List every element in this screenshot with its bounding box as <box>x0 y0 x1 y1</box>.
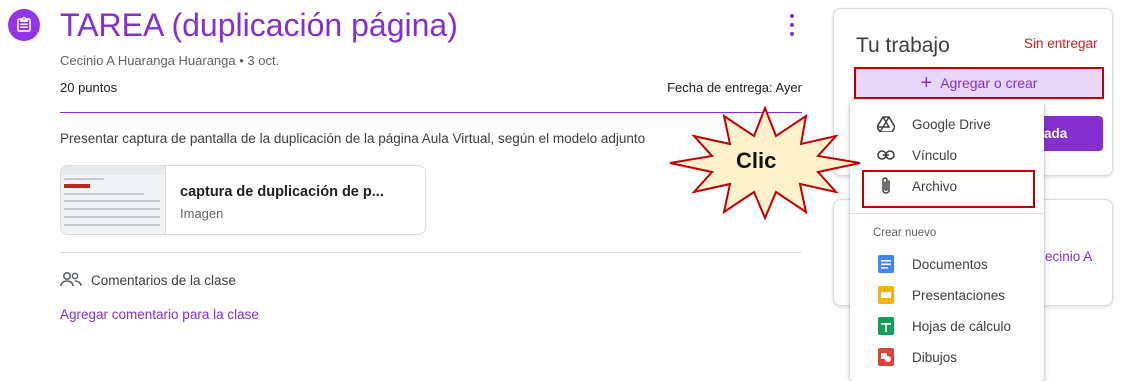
menu-item-drawings[interactable]: Dibujos <box>850 342 1044 372</box>
menu-item-label: Google Drive <box>912 116 991 132</box>
add-or-create-button[interactable]: + Agregar o crear <box>854 67 1104 99</box>
people-icon <box>60 271 82 287</box>
mark-done-button[interactable]: ada <box>1040 116 1103 151</box>
google-drawings-icon <box>874 345 898 369</box>
your-work-title: Tu trabajo <box>856 34 950 57</box>
teacher-name-partial: ecinio A <box>1045 249 1093 264</box>
points-label: 20 puntos <box>60 80 118 95</box>
add-or-create-label: Agregar o crear <box>940 75 1038 91</box>
menu-item-label: Hojas de cálculo <box>912 318 1012 334</box>
menu-item-label: Documentos <box>912 256 988 272</box>
attachment-thumbnail <box>61 166 166 234</box>
section-divider <box>60 252 802 253</box>
comments-heading: Comentarios de la clase <box>91 273 236 288</box>
menu-item-google-drive[interactable]: Google Drive <box>850 109 1044 139</box>
attachment-card[interactable]: captura de duplicación de p... Imagen <box>60 165 426 235</box>
google-slides-icon <box>874 283 898 307</box>
more-options-icon[interactable] <box>787 12 797 38</box>
menu-item-docs[interactable]: Documentos <box>850 249 1044 279</box>
add-create-menu: Google Drive Vínculo Archivo Crear nuevo… <box>850 101 1044 381</box>
menu-item-sheets[interactable]: Hojas de cálculo <box>850 311 1044 341</box>
menu-item-label: Dibujos <box>912 349 958 365</box>
create-new-heading: Crear nuevo <box>873 227 937 239</box>
due-date: Fecha de entrega: Ayer <box>667 80 802 95</box>
menu-divider <box>850 213 1044 214</box>
assignment-title: TAREA (duplicación página) <box>60 7 458 43</box>
menu-item-slides[interactable]: Presentaciones <box>850 280 1044 310</box>
menu-item-label: Presentaciones <box>912 287 1006 303</box>
google-sheets-icon <box>874 314 898 338</box>
menu-item-link[interactable]: Vínculo <box>850 140 1044 170</box>
attachment-name: captura de duplicación de p... <box>180 184 384 200</box>
link-icon <box>874 143 898 167</box>
assignment-icon <box>8 9 40 41</box>
menu-item-label: Vínculo <box>912 147 958 163</box>
google-docs-icon <box>874 252 898 276</box>
click-callout-text: Clic <box>736 148 777 173</box>
plus-icon: + <box>920 72 933 94</box>
attachment-type: Imagen <box>180 206 224 221</box>
add-class-comment-link[interactable]: Agregar comentario para la clase <box>60 307 259 322</box>
archivo-highlight-box <box>862 170 1035 208</box>
assignment-description: Presentar captura de pantalla de la dupl… <box>60 131 646 146</box>
author-date: Cecinio A Huaranga Huaranga • 3 oct. <box>60 53 280 68</box>
submission-status: Sin entregar <box>1024 36 1098 51</box>
google-drive-icon <box>874 112 898 136</box>
